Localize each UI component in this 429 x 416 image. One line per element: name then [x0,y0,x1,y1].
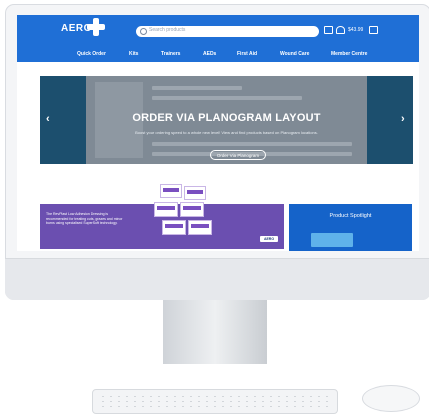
imac-monitor: AERO Search products $43.99 Quick Order … [5,4,429,300]
keyboard-keys [99,394,331,409]
product-spotlight[interactable]: Product Spotlight [289,204,412,251]
product-box [160,184,182,198]
product-box [180,202,204,217]
spotlight-product-image [311,233,353,247]
nav-item-member-centre[interactable]: Member Centre [331,51,367,57]
main-nav: Quick Order Kits Trainers AEDs First Aid… [17,48,419,62]
search-input[interactable]: Search products [136,26,319,37]
promo-badge: AERO [260,236,278,242]
cart-icon[interactable] [369,26,378,34]
hero-banner: ‹ › ORDER VIA PLANOGRAM LAYOUT Boost you… [40,76,413,164]
planogram-row [152,96,302,100]
quick-order-icon[interactable] [324,26,333,34]
monitor-stand [163,300,267,364]
monitor-chin [5,258,429,300]
product-box [184,186,206,200]
site-header: AERO Search products $43.99 [17,15,419,48]
planogram-row [152,142,352,146]
planogram-row [152,86,242,90]
product-box [188,220,212,235]
search-placeholder: Search products [149,27,186,33]
banner-title: ORDER VIA PLANOGRAM LAYOUT [132,112,321,124]
cart-total: $43.99 [348,27,364,33]
product-box [162,220,186,235]
dressing-product-boxes [154,184,218,246]
nav-item-aeds[interactable]: AEDs [203,51,216,57]
nav-item-trainers[interactable]: Trainers [161,51,180,57]
logo-cross-icon [87,18,105,36]
nav-item-first-aid[interactable]: First Aid [237,51,257,57]
search-icon [140,28,147,35]
product-box [154,202,178,217]
order-via-planogram-button[interactable]: Order Via Planogram [210,150,266,160]
promo-text: The RevPlast Low Adhesion Dressing is re… [46,212,123,225]
account-icon[interactable] [336,26,345,34]
nav-item-kits[interactable]: Kits [129,51,138,57]
mouse [362,385,420,412]
spotlight-title: Product Spotlight [329,213,372,219]
website-screen: AERO Search products $43.99 Quick Order … [17,15,419,251]
keyboard [92,389,338,414]
banner-subtitle: Boost your ordering speed to a whole new… [135,130,318,135]
nav-item-quick-order[interactable]: Quick Order [77,51,106,57]
nav-item-wound-care[interactable]: Wound Care [280,51,309,57]
